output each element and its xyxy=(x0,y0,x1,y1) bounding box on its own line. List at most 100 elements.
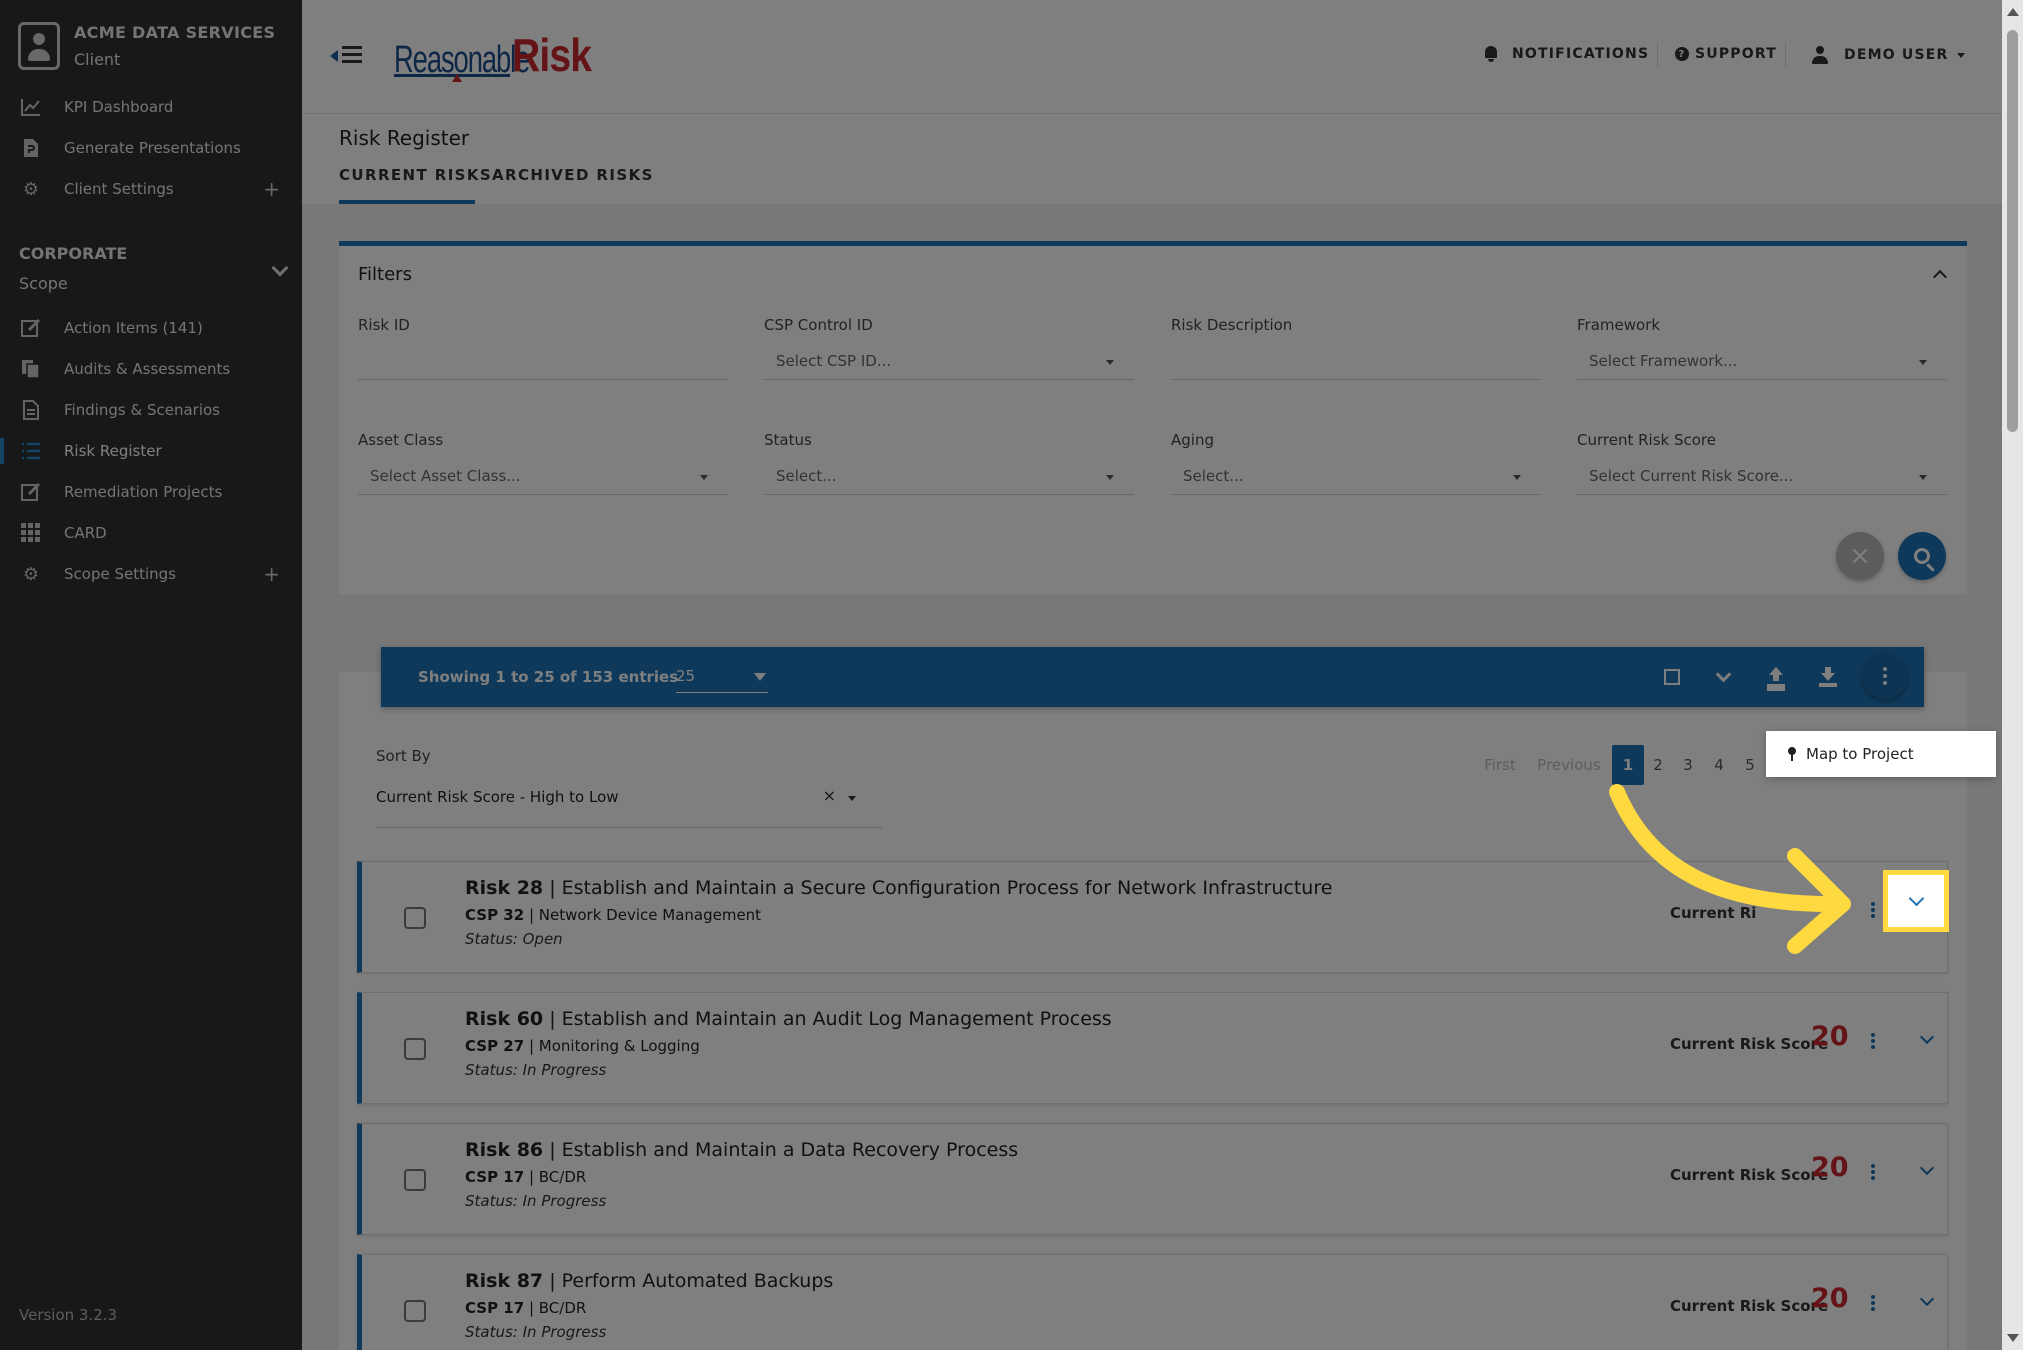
risk-title: Establish and Maintain a Secure Configur… xyxy=(561,877,1333,899)
sidebar-item-audits-assessments[interactable]: Audits & Assessments xyxy=(20,357,290,381)
expand-plus-icon[interactable]: + xyxy=(263,177,280,201)
score-label: Current Risk Score xyxy=(1670,1166,1829,1184)
aging-select[interactable]: Select... xyxy=(1171,453,1541,495)
expand-row-button[interactable] xyxy=(1917,1029,1937,1049)
sidebar-item-label: Audits & Assessments xyxy=(64,360,231,378)
sidebar-item-findings-scenarios[interactable]: Findings & Scenarios xyxy=(20,398,290,422)
sidebar-item-client-settings[interactable]: ⚙ Client Settings + xyxy=(20,177,290,201)
expand-all-button[interactable] xyxy=(1711,665,1735,689)
upload-button[interactable] xyxy=(1764,665,1788,689)
risk-description-input[interactable] xyxy=(1171,338,1541,380)
expand-row-button[interactable] xyxy=(1917,1160,1937,1180)
clear-sort-icon[interactable]: × xyxy=(823,786,836,805)
risk-row[interactable]: Risk 86 | Establish and Maintain a Data … xyxy=(357,1123,1948,1235)
bell-icon xyxy=(1484,46,1498,62)
sidebar-item-scope-settings[interactable]: ⚙ Scope Settings + xyxy=(20,562,290,586)
sidebar-item-card[interactable]: CARD xyxy=(20,521,290,545)
notifications-link[interactable]: NOTIFICATIONS xyxy=(1484,46,1649,62)
risk-row[interactable]: Risk 28 | Establish and Maintain a Secur… xyxy=(357,861,1948,973)
risk-score: 20 xyxy=(1811,1021,1849,1052)
asset-class-select[interactable]: Select Asset Class... xyxy=(358,453,728,495)
csp-name: BC/DR xyxy=(538,1299,587,1317)
chevron-up-icon[interactable] xyxy=(1932,269,1948,285)
hamburger-menu-icon[interactable] xyxy=(342,46,362,64)
scroll-down-icon[interactable] xyxy=(2007,1334,2019,1342)
filter-label: Asset Class xyxy=(358,431,444,449)
chevron-down-icon xyxy=(1919,1291,1935,1307)
row-checkbox[interactable] xyxy=(404,1300,426,1322)
active-indicator xyxy=(0,438,4,464)
risk-id-input[interactable] xyxy=(358,338,728,380)
row-menu-icon[interactable] xyxy=(1871,1039,1875,1043)
framework-select[interactable]: Select Framework... xyxy=(1577,338,1947,380)
tab-current-risks[interactable]: CURRENT RISKS xyxy=(339,166,492,184)
sidebar-item-action-items[interactable]: Action Items (141) xyxy=(20,316,290,340)
sidebar-item-label: Client Settings xyxy=(64,180,174,198)
risk-id: Risk 86 xyxy=(465,1139,544,1161)
row-checkbox[interactable] xyxy=(404,1169,426,1191)
csp-id: CSP 27 xyxy=(465,1037,525,1055)
risk-status: Status: In Progress xyxy=(465,1323,607,1341)
clear-filters-button[interactable]: × xyxy=(1836,532,1884,580)
filter-label: Current Risk Score xyxy=(1577,431,1716,449)
document-icon xyxy=(20,399,42,421)
tab-archived-risks[interactable]: ARCHIVED RISKS xyxy=(492,166,654,184)
sort-select[interactable]: Current Risk Score - High to Low × xyxy=(376,784,882,828)
pagination-previous[interactable]: Previous xyxy=(1532,745,1606,785)
pagination-page-5[interactable]: 5 xyxy=(1738,745,1762,785)
filter-label: Risk Description xyxy=(1171,316,1293,334)
map-to-project-menu-item[interactable]: Map to Project xyxy=(1766,731,1996,777)
user-menu[interactable]: DEMO USER xyxy=(1812,46,1965,64)
caret-down-icon xyxy=(1106,475,1114,480)
row-menu-icon[interactable] xyxy=(1871,1170,1875,1174)
search-button[interactable] xyxy=(1898,532,1946,580)
sidebar-item-generate-presentations[interactable]: Generate Presentations xyxy=(20,136,290,160)
page-scrollbar[interactable] xyxy=(2002,0,2023,1350)
contact-card-icon xyxy=(18,22,60,70)
scroll-up-icon[interactable] xyxy=(2007,8,2019,16)
sidebar-item-label: Remediation Projects xyxy=(64,483,223,501)
sidebar-item-remediation-projects[interactable]: Remediation Projects xyxy=(20,480,290,504)
pagination-page-1[interactable]: 1 xyxy=(1612,745,1644,785)
download-icon xyxy=(1819,667,1837,687)
row-checkbox[interactable] xyxy=(404,907,426,929)
sidebar-item-kpi-dashboard[interactable]: KPI Dashboard xyxy=(20,95,290,119)
current-risk-score-select[interactable]: Select Current Risk Score... xyxy=(1577,453,1947,495)
risk-id: Risk 60 xyxy=(465,1008,544,1030)
select-all-checkbox[interactable] xyxy=(1660,665,1684,689)
pagination-first[interactable]: First xyxy=(1478,745,1522,785)
csp-name: Network Device Management xyxy=(538,906,762,924)
chevron-down-icon[interactable] xyxy=(271,259,289,277)
filter-label: Framework xyxy=(1577,316,1661,334)
sidebar-item-risk-register[interactable]: Risk Register xyxy=(20,439,290,463)
csp-control-id-select[interactable]: Select CSP ID... xyxy=(764,338,1134,380)
collapse-arrow-icon[interactable] xyxy=(330,50,338,62)
more-options-button[interactable] xyxy=(1862,653,1908,699)
expand-plus-icon[interactable]: + xyxy=(263,562,280,586)
risk-status: Status: In Progress xyxy=(465,1192,607,1210)
sidebar-item-label: Action Items (141) xyxy=(64,319,203,337)
pagination-page-4[interactable]: 4 xyxy=(1707,745,1731,785)
row-menu-icon[interactable] xyxy=(1871,908,1875,912)
chevron-down-icon xyxy=(1919,1160,1935,1176)
sidebar-item-label: Generate Presentations xyxy=(64,139,241,157)
row-checkbox[interactable] xyxy=(404,1038,426,1060)
pagination-page-3[interactable]: 3 xyxy=(1676,745,1700,785)
risk-row[interactable]: Risk 87 | Perform Automated Backups CSP … xyxy=(357,1254,1948,1350)
caret-down-icon xyxy=(848,796,856,801)
risk-score: 20 xyxy=(1811,1152,1849,1183)
risk-row[interactable]: Risk 60 | Establish and Maintain an Audi… xyxy=(357,992,1948,1104)
pagination-page-2[interactable]: 2 xyxy=(1646,745,1670,785)
client-switcher[interactable]: ACME DATA SERVICES Client xyxy=(18,22,275,70)
expand-row-button[interactable] xyxy=(1917,1291,1937,1311)
sidebar-item-label: Scope Settings xyxy=(64,565,176,583)
expand-row-button-highlighted[interactable] xyxy=(1883,870,1949,932)
scrollbar-thumb[interactable] xyxy=(2007,30,2018,432)
status-select[interactable]: Select... xyxy=(764,453,1134,495)
page-title: Risk Register xyxy=(339,126,470,150)
page-size-select[interactable]: 25 xyxy=(676,663,768,693)
download-button[interactable] xyxy=(1816,665,1840,689)
risk-title: Establish and Maintain an Audit Log Mana… xyxy=(561,1008,1112,1030)
support-link[interactable]: ? SUPPORT xyxy=(1675,46,1777,62)
row-menu-icon[interactable] xyxy=(1871,1301,1875,1305)
